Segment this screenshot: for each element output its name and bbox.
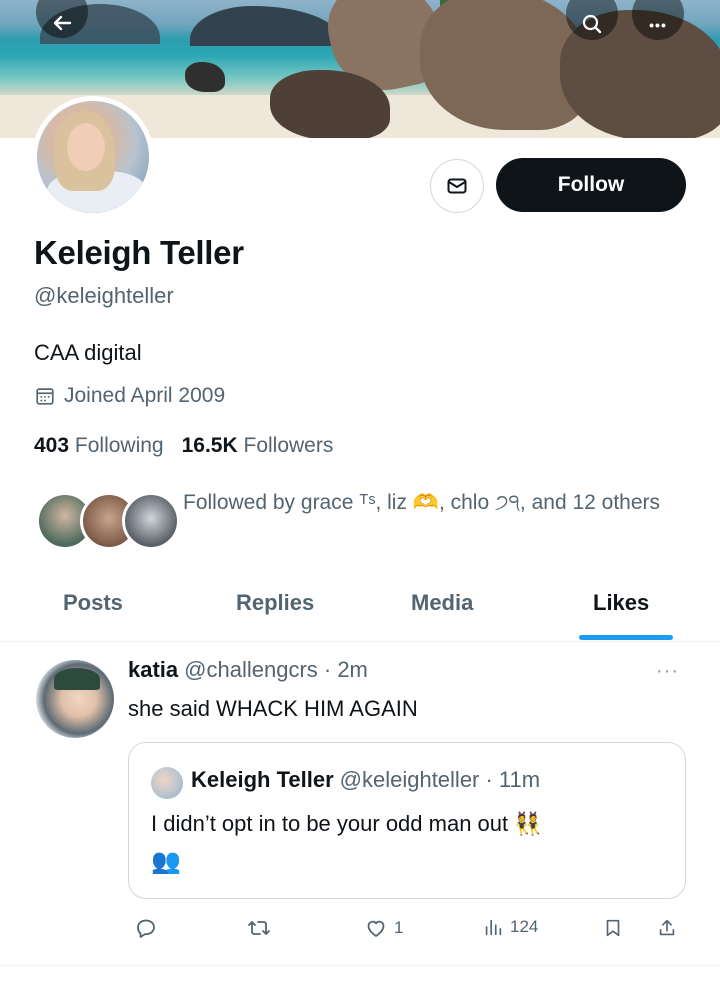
avatar [122,492,180,550]
divider [0,965,720,966]
profile-handle: @keleighteller [34,283,174,308]
bookmark-icon [606,919,620,937]
more-icon: ••• [649,17,667,33]
mutual-followers-avatars[interactable] [36,492,180,552]
quoted-author-name: Keleigh Teller [191,767,334,792]
followed-by-text[interactable]: Followed by grace ᵀˢ, liz 🫶, chlo ੭੧, an… [183,484,663,522]
profile-avatar[interactable] [32,96,154,218]
banner-mountain [190,6,340,46]
share-button[interactable] [656,916,678,940]
share-icon [659,919,675,936]
followers-link[interactable]: 16.5K Followers [182,434,334,458]
profile-bio: CAA digital [34,340,142,365]
quoted-tweet[interactable]: Keleigh Teller @keleighteller · 11m I di… [128,742,686,899]
tweet-author-name[interactable]: katia [128,657,178,683]
banner-rock [185,62,225,92]
tab-posts[interactable]: Posts [63,590,123,616]
tweet-more-icon[interactable]: ··· [656,660,679,683]
active-tab-indicator [579,635,673,640]
avatar [151,767,183,799]
profile-tabs: Posts Replies Media Likes [0,580,720,642]
tab-replies[interactable]: Replies [236,590,314,616]
like-button[interactable]: 1 [364,916,403,940]
tweet-actions: 1 124 [128,912,688,948]
profile-stats: 403 Following 16.5K Followers [34,434,333,458]
joined-date: Joined April 2009 [34,384,225,408]
quoted-tweet-emoji: 👥 [151,848,181,875]
tweet-header: katia @challengcrs · 2m [128,657,368,683]
calendar-icon [36,388,54,405]
retweet-button[interactable] [246,916,272,940]
back-arrow-icon [53,15,72,31]
tab-likes[interactable]: Likes [593,590,649,616]
heart-icon [367,920,385,937]
joined-text: Joined April 2009 [64,384,226,407]
views-button[interactable]: 124 [482,916,538,938]
message-button[interactable] [430,159,484,213]
mail-icon [447,178,467,194]
bookmark-button[interactable] [602,916,624,940]
tweet-author-avatar[interactable] [36,660,114,738]
tab-media[interactable]: Media [411,590,473,616]
tweet-text: she said WHACK HIM AGAIN [128,696,418,721]
quoted-tweet-text: I didn’t opt in to be your odd man out 👯 [151,811,542,836]
reply-icon [137,919,155,938]
like-count: 1 [394,918,404,937]
search-icon [582,14,602,34]
view-count: 124 [510,917,539,936]
views-icon [485,919,502,936]
tweet-meta: @challengcrs · 2m [184,657,368,682]
retweet-icon [248,921,270,935]
reply-button[interactable] [134,916,158,940]
quoted-tweet-meta: @keleighteller · 11m [339,767,541,792]
follow-button[interactable]: Follow [496,158,686,212]
profile-name: Keleigh Teller [34,234,244,271]
following-link[interactable]: 403 Following [34,434,164,458]
quoted-tweet-header: Keleigh Teller @keleighteller · 11m [191,767,540,793]
